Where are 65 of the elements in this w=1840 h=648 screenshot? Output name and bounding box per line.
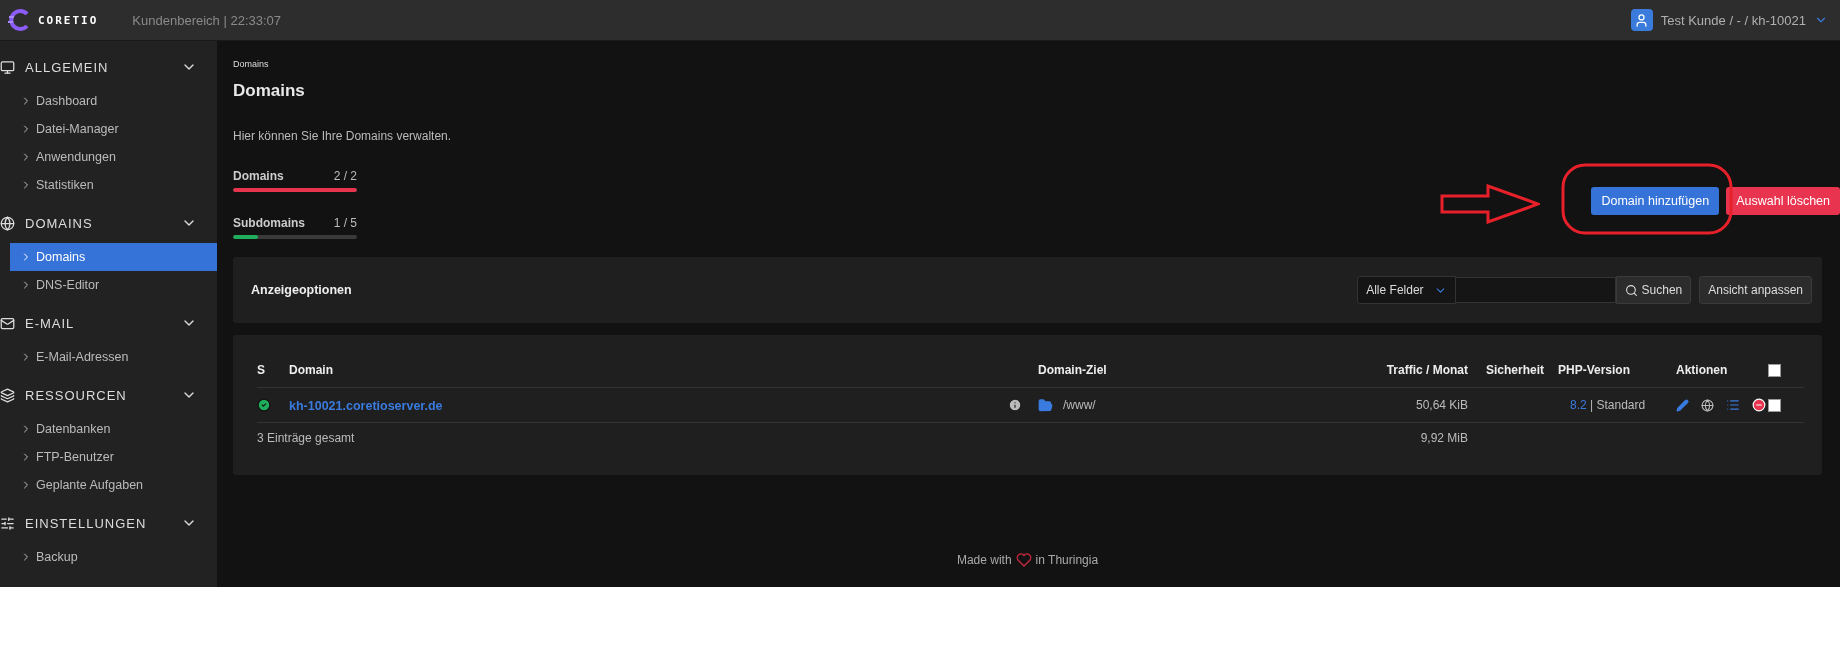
field-select[interactable]: Alle Felder xyxy=(1357,276,1456,304)
column-header: Domain xyxy=(289,363,334,377)
column-header: Traffic / Monat xyxy=(1385,363,1468,377)
add-domain-button[interactable]: Domain hinzufügen xyxy=(1591,187,1720,215)
php-version-link[interactable]: 8.2 xyxy=(1570,398,1587,412)
quota-reading: 2 / 2 xyxy=(333,169,357,183)
monitor-icon xyxy=(0,59,15,75)
column-header: Sicherheit xyxy=(1485,363,1546,377)
envelope-icon xyxy=(0,315,15,331)
folder-icon xyxy=(1038,397,1053,413)
sidebar-section-title[interactable]: DOMAINS xyxy=(25,215,171,231)
sidebar-item[interactable]: DNS-Editor xyxy=(10,271,217,299)
traffic-cell-text: 50,64 KiB xyxy=(1414,398,1468,412)
traffic-total: 9,92 MiB xyxy=(1419,431,1468,445)
sliders-icon xyxy=(0,515,15,531)
globe-icon xyxy=(0,215,15,231)
checkbox[interactable] xyxy=(1768,398,1781,412)
breadcrumb: Domains xyxy=(233,59,270,69)
portal-subtitle: Kundenbereich | 22:33:07 xyxy=(132,12,282,28)
sidebar-section-title[interactable]: E-MAIL xyxy=(25,315,171,331)
list-icon[interactable] xyxy=(1726,398,1740,412)
user-avatar-icon[interactable] xyxy=(1630,9,1653,31)
sidebar-section-title[interactable]: EINSTELLUNGEN xyxy=(25,515,171,531)
sidebar-item[interactable]: Statistiken xyxy=(10,171,217,199)
page-title: Domains xyxy=(233,81,306,101)
quota-reading: 1 / 5 xyxy=(333,216,357,230)
customize-view-button[interactable]: Ansicht anpassen xyxy=(1699,276,1812,304)
user-name[interactable]: Test Kunde / - / kh-10021 xyxy=(1660,12,1806,28)
domain-target: /www/ xyxy=(1063,398,1096,412)
column-header: S xyxy=(257,363,266,377)
info-icon[interactable] xyxy=(1008,398,1022,412)
column-header: PHP-Version xyxy=(1558,363,1632,377)
search-field[interactable] xyxy=(1455,277,1616,303)
layers-icon xyxy=(0,387,15,403)
checkbox[interactable] xyxy=(1768,363,1781,377)
sidebar-item[interactable]: Dashboard xyxy=(10,87,217,115)
sidebar-item[interactable]: Datei-Manager xyxy=(10,115,217,143)
heart-icon xyxy=(1015,553,1032,567)
sidebar-item[interactable]: E-Mail-Adressen xyxy=(10,343,217,371)
globe-icon[interactable] xyxy=(1701,398,1714,412)
sidebar-item[interactable]: Datenbanken xyxy=(10,415,217,443)
sidebar-item[interactable]: Anwendungen xyxy=(10,143,217,171)
brand-name: CORETIO xyxy=(38,13,99,27)
footer-text: in Thuringia xyxy=(1035,553,1099,567)
search-button[interactable]: Suchen xyxy=(1615,276,1692,304)
sidebar-item[interactable]: Geplante Aufgaben xyxy=(10,471,217,499)
quota-label: Domains xyxy=(233,169,284,183)
remove-icon[interactable] xyxy=(1752,398,1766,412)
sidebar-item[interactable]: FTP-Benutzer xyxy=(10,443,217,471)
footer-text: Made with xyxy=(956,553,1012,567)
domain-link[interactable]: kh-10021.coretioserver.de xyxy=(289,399,443,413)
sidebar-section-title[interactable]: RESSOURCEN xyxy=(25,387,171,403)
sidebar-item[interactable]: Backup xyxy=(10,543,217,571)
quota-label: Subdomains xyxy=(233,216,305,230)
sidebar-item[interactable]: Domains xyxy=(10,243,217,271)
sidebar-section-title[interactable]: ALLGEMEIN xyxy=(25,59,171,75)
php-mode: | Standard xyxy=(1589,398,1646,412)
edit-icon[interactable] xyxy=(1676,398,1689,412)
column-header: Domain-Ziel xyxy=(1038,363,1108,377)
column-header: Aktionen xyxy=(1675,363,1729,377)
search-icon xyxy=(1624,283,1638,297)
total-entries: 3 Einträge gesamt xyxy=(257,431,356,445)
page-description: Hier können Sie Ihre Domains verwalten. xyxy=(233,129,453,143)
delete-selection-button[interactable]: Auswahl löschen xyxy=(1726,187,1840,215)
options-title: Anzeigeoptionen xyxy=(251,283,353,297)
